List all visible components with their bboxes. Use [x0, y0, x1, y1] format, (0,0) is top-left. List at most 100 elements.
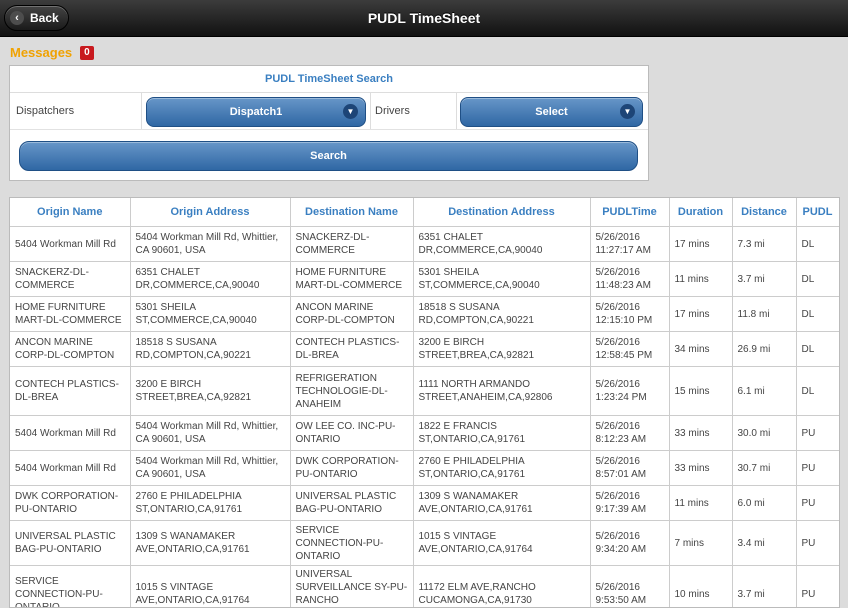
table-cell: 6351 CHALET DR,COMMERCE,CA,90040	[130, 262, 290, 297]
dispatcher-select-value: Dispatch1	[230, 106, 283, 118]
table-cell: 5/26/2016 1:23:24 PM	[590, 367, 669, 416]
drivers-label: Drivers	[375, 93, 410, 129]
column-header[interactable]: PUDL	[796, 198, 839, 227]
driver-select[interactable]: Select ▼	[460, 97, 643, 127]
column-header[interactable]: Origin Name	[10, 198, 130, 227]
table-cell: 5/26/2016 11:48:23 AM	[590, 262, 669, 297]
table-cell: 33 mins	[669, 416, 732, 451]
table-cell: PU	[796, 566, 839, 608]
table-cell: 3200 E BIRCH STREET,BREA,CA,92821	[413, 332, 590, 367]
table-cell: CONTECH PLASTICS-DL-BREA	[290, 332, 413, 367]
column-header[interactable]: Destination Address	[413, 198, 590, 227]
messages-indicator[interactable]: Messages 0	[10, 45, 94, 60]
table-cell: 5/26/2016 12:15:10 PM	[590, 297, 669, 332]
table-cell: 1111 NORTH ARMANDO STREET,ANAHEIM,CA,928…	[413, 367, 590, 416]
table-cell: 6351 CHALET DR,COMMERCE,CA,90040	[413, 227, 590, 262]
chevron-down-icon: ▼	[343, 104, 358, 119]
table-cell: 5404 Workman Mill Rd, Whittier, CA 90601…	[130, 227, 290, 262]
messages-label: Messages	[10, 45, 72, 60]
table-cell: 3200 E BIRCH STREET,BREA,CA,92821	[130, 367, 290, 416]
chevron-down-icon: ▼	[620, 104, 635, 119]
table-cell: 30.0 mi	[732, 416, 796, 451]
table-cell: 7.3 mi	[732, 227, 796, 262]
column-header[interactable]: Origin Address	[130, 198, 290, 227]
table-cell: 5301 SHEILA ST,COMMERCE,CA,90040	[413, 262, 590, 297]
table-cell: OW LEE CO. INC-PU-ONTARIO	[290, 416, 413, 451]
table-cell: 5404 Workman Mill Rd	[10, 451, 130, 486]
table-cell: 5404 Workman Mill Rd, Whittier, CA 90601…	[130, 416, 290, 451]
table-cell: 34 mins	[669, 332, 732, 367]
table-cell: 11 mins	[669, 262, 732, 297]
search-panel-title: PUDL TimeSheet Search	[10, 66, 648, 93]
table-cell: PU	[796, 521, 839, 566]
table-cell: UNIVERSAL PLASTIC BAG-PU-ONTARIO	[10, 521, 130, 566]
table-cell: 5/26/2016 11:27:17 AM	[590, 227, 669, 262]
column-header[interactable]: PUDLTime	[590, 198, 669, 227]
table-cell: HOME FURNITURE MART-DL-COMMERCE	[290, 262, 413, 297]
table-cell: 1015 S VINTAGE AVE,ONTARIO,CA,91764	[130, 566, 290, 608]
table-cell: 5/26/2016 9:34:20 AM	[590, 521, 669, 566]
table-cell: DL	[796, 332, 839, 367]
table-cell: 3.7 mi	[732, 262, 796, 297]
table-row: 5404 Workman Mill Rd 5404 Workman Mill R…	[10, 416, 839, 451]
table-row: 5404 Workman Mill Rd 5404 Workman Mill R…	[10, 227, 839, 262]
divider	[370, 93, 371, 129]
table-cell: 5404 Workman Mill Rd, Whittier, CA 90601…	[130, 451, 290, 486]
column-header[interactable]: Duration	[669, 198, 732, 227]
table-cell: 15 mins	[669, 367, 732, 416]
table-cell: PU	[796, 416, 839, 451]
table-cell: ANCON MARINE CORP-DL-COMPTON	[10, 332, 130, 367]
table-cell: 11172 ELM AVE,RANCHO CUCAMONGA,CA,91730	[413, 566, 590, 608]
table-cell: DL	[796, 367, 839, 416]
messages-count-badge: 0	[80, 46, 94, 60]
table-cell: UNIVERSAL PLASTIC BAG-PU-ONTARIO	[290, 486, 413, 521]
table-header-row: Origin Name Origin Address Destination N…	[10, 198, 839, 227]
search-button[interactable]: Search	[19, 141, 638, 171]
table-cell: 7 mins	[669, 521, 732, 566]
table-cell: 5/26/2016 12:58:45 PM	[590, 332, 669, 367]
table-cell: 5/26/2016 9:53:50 AM	[590, 566, 669, 608]
table-cell: 5301 SHEILA ST,COMMERCE,CA,90040	[130, 297, 290, 332]
table-cell: 10 mins	[669, 566, 732, 608]
table-cell: 11 mins	[669, 486, 732, 521]
table-cell: DL	[796, 297, 839, 332]
table-row: DWK CORPORATION-PU-ONTARIO 2760 E PHILAD…	[10, 486, 839, 521]
table-cell: 5/26/2016 9:17:39 AM	[590, 486, 669, 521]
driver-select-value: Select	[535, 106, 567, 118]
table-row: SNACKERZ-DL-COMMERCE 6351 CHALET DR,COMM…	[10, 262, 839, 297]
table-cell: 30.7 mi	[732, 451, 796, 486]
table-cell: 17 mins	[669, 227, 732, 262]
app-header: ‹ Back PUDL TimeSheet	[0, 0, 848, 37]
dispatcher-select[interactable]: Dispatch1 ▼	[146, 97, 366, 127]
page-title: PUDL TimeSheet	[0, 10, 848, 26]
filter-row: Dispatchers Dispatch1 ▼ Drivers Select ▼	[10, 93, 648, 130]
divider	[456, 93, 457, 129]
column-header[interactable]: Distance	[732, 198, 796, 227]
column-header[interactable]: Destination Name	[290, 198, 413, 227]
table-cell: 5/26/2016 8:57:01 AM	[590, 451, 669, 486]
table-cell: SNACKERZ-DL-COMMERCE	[290, 227, 413, 262]
table-row: HOME FURNITURE MART-DL-COMMERCE 5301 SHE…	[10, 297, 839, 332]
table-cell: DWK CORPORATION-PU-ONTARIO	[290, 451, 413, 486]
table-cell: 6.0 mi	[732, 486, 796, 521]
table-cell: 5404 Workman Mill Rd	[10, 227, 130, 262]
table-cell: 3.4 mi	[732, 521, 796, 566]
table-cell: 1015 S VINTAGE AVE,ONTARIO,CA,91764	[413, 521, 590, 566]
table-cell: 3.7 mi	[732, 566, 796, 608]
table-cell: HOME FURNITURE MART-DL-COMMERCE	[10, 297, 130, 332]
dispatchers-label: Dispatchers	[16, 93, 74, 129]
table-cell: 1309 S WANAMAKER AVE,ONTARIO,CA,91761	[413, 486, 590, 521]
table-cell: 6.1 mi	[732, 367, 796, 416]
table-cell: PU	[796, 486, 839, 521]
table-row: CONTECH PLASTICS-DL-BREA 3200 E BIRCH ST…	[10, 367, 839, 416]
table-cell: 17 mins	[669, 297, 732, 332]
table-cell: 5/26/2016 8:12:23 AM	[590, 416, 669, 451]
table-cell: 1822 E FRANCIS ST,ONTARIO,CA,91761	[413, 416, 590, 451]
table-cell: 18518 S SUSANA RD,COMPTON,CA,90221	[413, 297, 590, 332]
table-cell: REFRIGERATION TECHNOLOGIE-DL-ANAHEIM	[290, 367, 413, 416]
table-cell: 2760 E PHILADELPHIA ST,ONTARIO,CA,91761	[413, 451, 590, 486]
table-cell: DL	[796, 227, 839, 262]
table-cell: DWK CORPORATION-PU-ONTARIO	[10, 486, 130, 521]
table-cell: CONTECH PLASTICS-DL-BREA	[10, 367, 130, 416]
table-row: SERVICE CONNECTION-PU-ONTARIO 1015 S VIN…	[10, 566, 839, 608]
